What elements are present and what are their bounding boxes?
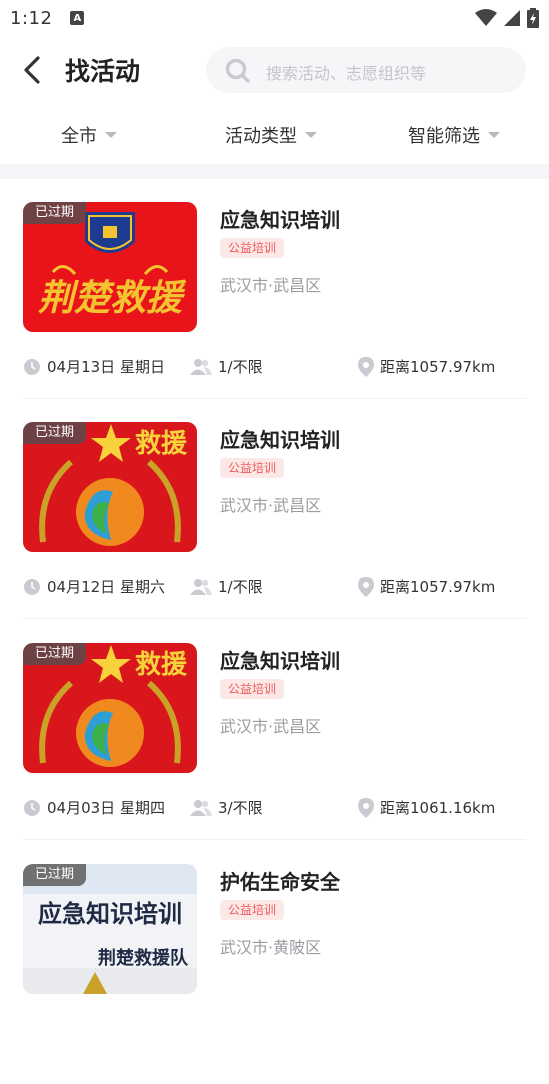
section-divider bbox=[0, 164, 549, 179]
top-nav: 找活动 搜索活动、志愿组织等 bbox=[0, 36, 549, 104]
activity-distance: 距离1057.97km bbox=[358, 576, 495, 597]
filter-smart-label: 智能筛选 bbox=[408, 126, 480, 147]
activity-title: 应急知识培训 bbox=[220, 428, 340, 452]
status-bar: 1:12 A bbox=[0, 0, 549, 36]
people-icon bbox=[190, 358, 212, 375]
chevron-left-icon bbox=[24, 56, 40, 84]
location-pin-icon bbox=[358, 356, 374, 377]
expired-badge: 已过期 bbox=[23, 202, 87, 224]
distance-text: 距离1057.97km bbox=[380, 358, 496, 376]
image-text: 救援 bbox=[135, 429, 188, 459]
search-placeholder: 搜索活动、志愿组织等 bbox=[266, 64, 427, 83]
activity-distance: 距离1057.97km bbox=[358, 356, 495, 377]
filter-activity-type-label: 活动类型 bbox=[225, 126, 297, 147]
distance-text: 距离1061.16km bbox=[380, 799, 496, 817]
image-text: 应急知识培训 bbox=[38, 900, 182, 928]
activity-date-text: 04月03日 星期四 bbox=[47, 799, 165, 817]
distance-text: 距离1057.97km bbox=[380, 578, 496, 596]
category-tag: 公益培训 bbox=[220, 900, 285, 920]
image-subtext: 荆楚救援队 bbox=[98, 947, 189, 969]
clock-icon bbox=[24, 578, 40, 595]
activity-meta: 04月12日 星期六 1/不限 距离1057.97km bbox=[0, 576, 549, 598]
participants-text: 1/不限 bbox=[218, 578, 263, 596]
battery-icon bbox=[527, 8, 539, 28]
category-tag: 公益培训 bbox=[220, 679, 285, 699]
card-divider bbox=[23, 618, 526, 619]
participants-text: 1/不限 bbox=[218, 358, 263, 376]
activity-participants: 3/不限 bbox=[190, 797, 263, 818]
activity-image: 荆楚救援 已过期 bbox=[23, 202, 197, 332]
search-input[interactable]: 搜索活动、志愿组织等 bbox=[206, 47, 526, 93]
expired-badge: 已过期 bbox=[23, 422, 87, 444]
activity-image: 救援 已过期 bbox=[23, 422, 197, 552]
activity-location: 武汉市·武昌区 bbox=[220, 717, 322, 736]
activity-image: 应急知识培训 荆楚救援队 已过期 bbox=[23, 864, 197, 994]
location-pin-icon bbox=[358, 797, 374, 818]
expired-badge: 已过期 bbox=[23, 643, 87, 665]
image-text: 荆楚救援 bbox=[38, 277, 187, 319]
activity-card[interactable]: 应急知识培训 荆楚救援队 已过期 护佑生命安全 公益培训 武汉市·黄陂区 bbox=[0, 864, 549, 1084]
notification-icon: A bbox=[70, 11, 85, 25]
activity-date-text: 04月13日 星期日 bbox=[47, 358, 165, 376]
activity-date: 04月03日 星期四 bbox=[23, 797, 165, 818]
activity-participants: 1/不限 bbox=[190, 576, 263, 597]
caret-down-icon bbox=[488, 132, 500, 138]
activity-distance: 距离1061.16km bbox=[358, 797, 495, 818]
status-time: 1:12 bbox=[10, 7, 53, 29]
location-pin-icon bbox=[358, 576, 374, 597]
caret-down-icon bbox=[105, 132, 117, 138]
image-text: 救援 bbox=[135, 650, 188, 680]
activity-card[interactable]: 荆楚救援 已过期 应急知识培训 公益培训 武汉市·武昌区 04月13日 星期日 … bbox=[0, 202, 549, 422]
activity-participants: 1/不限 bbox=[190, 356, 263, 377]
activity-meta: 04月13日 星期日 1/不限 距离1057.97km bbox=[0, 356, 549, 378]
clock-icon bbox=[24, 799, 40, 816]
activity-date: 04月13日 星期日 bbox=[23, 356, 165, 377]
activity-card[interactable]: 救援 已过期 应急知识培训 公益培训 武汉市·武昌区 04月03日 星期四 3/… bbox=[0, 643, 549, 863]
clock-icon bbox=[24, 358, 40, 375]
filter-smart[interactable]: 智能筛选 bbox=[408, 122, 500, 148]
expired-badge: 已过期 bbox=[23, 864, 87, 886]
activity-title: 护佑生命安全 bbox=[220, 870, 340, 894]
people-icon bbox=[190, 578, 212, 595]
category-tag: 公益培训 bbox=[220, 238, 285, 258]
back-button[interactable] bbox=[18, 54, 48, 86]
category-tag: 公益培训 bbox=[220, 458, 285, 478]
search-icon bbox=[225, 58, 250, 83]
signal-icon bbox=[504, 10, 520, 26]
activity-meta: 04月03日 星期四 3/不限 距离1061.16km bbox=[0, 797, 549, 819]
activity-image: 救援 已过期 bbox=[23, 643, 197, 773]
card-divider bbox=[23, 398, 526, 399]
card-divider bbox=[23, 839, 526, 840]
activity-date-text: 04月12日 星期六 bbox=[47, 578, 165, 596]
caret-down-icon bbox=[305, 132, 317, 138]
page-title: 找活动 bbox=[65, 57, 141, 86]
activity-card[interactable]: 救援 已过期 应急知识培训 公益培训 武汉市·武昌区 04月12日 星期六 1/… bbox=[0, 422, 549, 642]
activity-location: 武汉市·武昌区 bbox=[220, 496, 322, 515]
filter-city-label: 全市 bbox=[61, 126, 97, 147]
wifi-icon bbox=[475, 9, 497, 26]
filter-bar: 全市 活动类型 智能筛选 bbox=[0, 104, 549, 164]
filter-activity-type[interactable]: 活动类型 bbox=[225, 122, 317, 148]
activity-title: 应急知识培训 bbox=[220, 649, 340, 673]
activity-location: 武汉市·黄陂区 bbox=[220, 938, 322, 957]
activity-date: 04月12日 星期六 bbox=[23, 576, 165, 597]
activity-location: 武汉市·武昌区 bbox=[220, 276, 322, 295]
participants-text: 3/不限 bbox=[218, 799, 263, 817]
people-icon bbox=[190, 799, 212, 816]
filter-city[interactable]: 全市 bbox=[61, 122, 117, 148]
activity-title: 应急知识培训 bbox=[220, 208, 340, 232]
